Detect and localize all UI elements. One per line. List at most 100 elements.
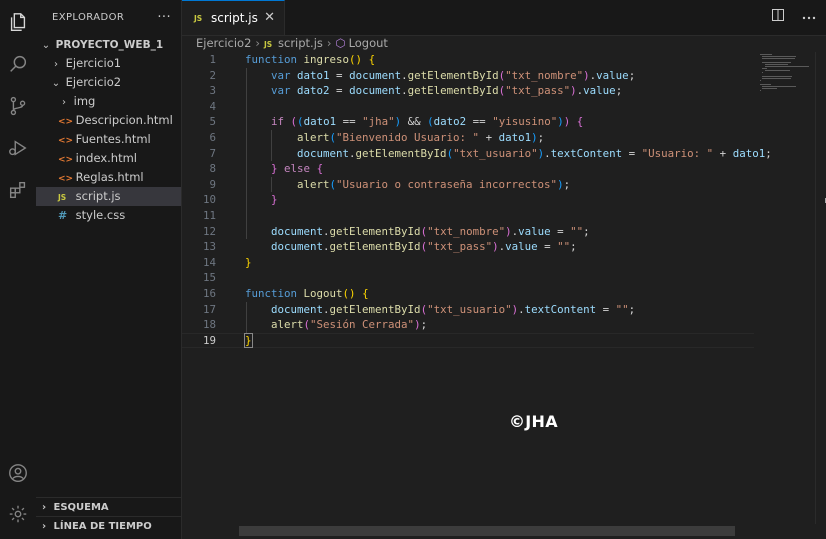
tree-item-ejercicio2[interactable]: ⌄ Ejercicio2 bbox=[36, 73, 181, 92]
minimap-line bbox=[762, 56, 796, 57]
outline-label: ESQUEMA bbox=[53, 502, 109, 513]
explorer-panel: EXPLORADOR ··· ⌄ PROYECTO_WEB_1 › Ejerci… bbox=[36, 0, 182, 539]
outline-section[interactable]: › ESQUEMA bbox=[36, 497, 181, 517]
breadcrumb: Ejercicio2 › JS script.js › ⬡ Logout bbox=[196, 35, 388, 52]
code-text: function Logout() { bbox=[245, 287, 369, 300]
gear-icon[interactable] bbox=[4, 500, 32, 528]
minimap-line bbox=[760, 84, 772, 85]
tab-script-js[interactable]: JS script.js ✕ bbox=[182, 0, 285, 35]
editor-actions bbox=[772, 9, 816, 25]
line-number: 13 bbox=[202, 240, 216, 254]
code-line: 15 bbox=[182, 270, 754, 286]
tree-item-ejercicio1[interactable]: › Ejercicio1 bbox=[36, 54, 181, 73]
js-file-icon: JS bbox=[264, 40, 273, 49]
breadcrumb-file[interactable]: script.js bbox=[278, 36, 323, 50]
code-text: } bbox=[271, 193, 278, 207]
tree-item-label: Ejercicio2 bbox=[65, 75, 122, 89]
timeline-label: LÍNEA DE TIEMPO bbox=[53, 521, 152, 532]
js-file-icon: JS bbox=[194, 13, 203, 23]
indent-guide bbox=[271, 130, 272, 162]
code-line: 10 } bbox=[182, 192, 754, 208]
line-number: 4 bbox=[209, 99, 216, 113]
source-control-icon[interactable] bbox=[4, 92, 32, 120]
code-line: 18 alert("Sesión Cerrada"); bbox=[182, 317, 754, 333]
code-line: 2 var dato1 = document.getElementById("t… bbox=[182, 68, 754, 84]
code-line: 5 if ((dato1 == "jha") && (dato2 == "yis… bbox=[182, 114, 754, 130]
minimap-line bbox=[762, 78, 791, 79]
code-text: alert("Sesión Cerrada"); bbox=[271, 318, 428, 332]
tab-label: script.js bbox=[211, 11, 258, 25]
project-folder[interactable]: ⌄ PROYECTO_WEB_1 bbox=[36, 35, 181, 54]
line-number: 10 bbox=[202, 193, 216, 207]
project-label: PROYECTO_WEB_1 bbox=[55, 39, 164, 51]
tree-item-style-css[interactable]: # style.css bbox=[36, 206, 181, 225]
run-debug-icon[interactable] bbox=[4, 134, 32, 162]
minimap-line bbox=[762, 88, 777, 89]
minimap[interactable] bbox=[754, 52, 814, 524]
chevron-right-icon: › bbox=[41, 521, 47, 532]
symbol-method-icon: ⬡ bbox=[335, 36, 346, 50]
tab-bar: JS script.js ✕ bbox=[182, 0, 826, 36]
tree-item-script-js[interactable]: JS script.js bbox=[36, 187, 181, 206]
minimap-line bbox=[762, 62, 792, 63]
tree-item-descripcion-html[interactable]: <> Descripcion.html bbox=[36, 111, 181, 130]
vertical-scrollbar[interactable] bbox=[815, 52, 826, 524]
code-line: 13 document.getElementById("txt_pass").v… bbox=[182, 239, 754, 255]
minimap-line bbox=[760, 54, 772, 55]
minimap-line bbox=[760, 90, 761, 91]
more-actions-icon[interactable]: ··· bbox=[157, 10, 171, 25]
line-number: 9 bbox=[209, 177, 216, 191]
more-actions-icon[interactable] bbox=[802, 9, 816, 25]
code-text: alert("Bienvenido Usuario: " + dato1); bbox=[297, 131, 545, 144]
css-file-icon: # bbox=[58, 209, 68, 222]
code-line: 12 document.getElementById("txt_nombre")… bbox=[182, 224, 754, 240]
tree-item-img[interactable]: › img bbox=[36, 92, 181, 111]
breadcrumb-symbol[interactable]: Logout bbox=[349, 36, 388, 50]
minimap-line bbox=[764, 64, 788, 65]
code-line: 11 bbox=[182, 208, 754, 224]
tree-item-index-html[interactable]: <> index.html bbox=[36, 149, 181, 168]
extensions-icon[interactable] bbox=[4, 176, 32, 204]
close-icon[interactable]: ✕ bbox=[264, 10, 275, 25]
indent-guide bbox=[246, 301, 247, 333]
code-editor[interactable]: 1 function ingreso() {2 var dato1 = docum… bbox=[182, 52, 772, 524]
chevron-down-icon: ⌄ bbox=[41, 40, 51, 51]
chevron-right-icon: › bbox=[326, 36, 332, 50]
minimap-line bbox=[762, 76, 792, 77]
minimap-line bbox=[762, 72, 763, 73]
tree-item-label: Fuentes.html bbox=[75, 132, 151, 146]
line-number: 2 bbox=[209, 68, 216, 82]
search-icon[interactable] bbox=[4, 50, 32, 78]
breadcrumb-folder[interactable]: Ejercicio2 bbox=[196, 36, 251, 50]
horizontal-scrollbar[interactable] bbox=[239, 526, 735, 536]
minimap-line bbox=[762, 86, 796, 87]
tree-item-fuentes-html[interactable]: <> Fuentes.html bbox=[36, 130, 181, 149]
line-number: 7 bbox=[209, 146, 216, 160]
minimap-line bbox=[764, 66, 809, 67]
code-text: document.getElementById("txt_nombre").va… bbox=[271, 224, 590, 238]
line-number: 14 bbox=[202, 255, 216, 269]
indent-guide bbox=[246, 67, 247, 240]
account-icon[interactable] bbox=[4, 459, 32, 487]
tree-item-reglas-html[interactable]: <> Reglas.html bbox=[36, 168, 181, 187]
code-line: 16 function Logout() { bbox=[182, 286, 754, 302]
line-number: 1 bbox=[209, 53, 216, 66]
code-line: 1 function ingreso() { bbox=[182, 52, 754, 68]
activity-bar bbox=[0, 0, 37, 539]
code-line: 17 document.getElementById("txt_usuario"… bbox=[182, 302, 754, 318]
line-number: 18 bbox=[202, 318, 216, 332]
explorer-title: EXPLORADOR bbox=[52, 12, 125, 23]
timeline-section[interactable]: › LÍNEA DE TIEMPO bbox=[36, 516, 181, 536]
code-text: document.getElementById("txt_usuario").t… bbox=[271, 302, 636, 316]
files-icon[interactable] bbox=[4, 8, 32, 36]
minimap-line bbox=[762, 58, 795, 59]
chevron-right-icon: › bbox=[255, 36, 261, 50]
code-line: 4 bbox=[182, 99, 754, 115]
chevron-right-icon: › bbox=[41, 502, 47, 513]
tree-item-label: img bbox=[73, 94, 96, 108]
split-editor-icon[interactable] bbox=[772, 9, 784, 25]
code-line: 6 alert("Bienvenido Usuario: " + dato1); bbox=[182, 130, 754, 146]
code-text: var dato1 = document.getElementById("txt… bbox=[271, 68, 636, 82]
tree-item-label: Ejercicio1 bbox=[65, 56, 122, 70]
code-line: 3 var dato2 = document.getElementById("t… bbox=[182, 83, 754, 99]
